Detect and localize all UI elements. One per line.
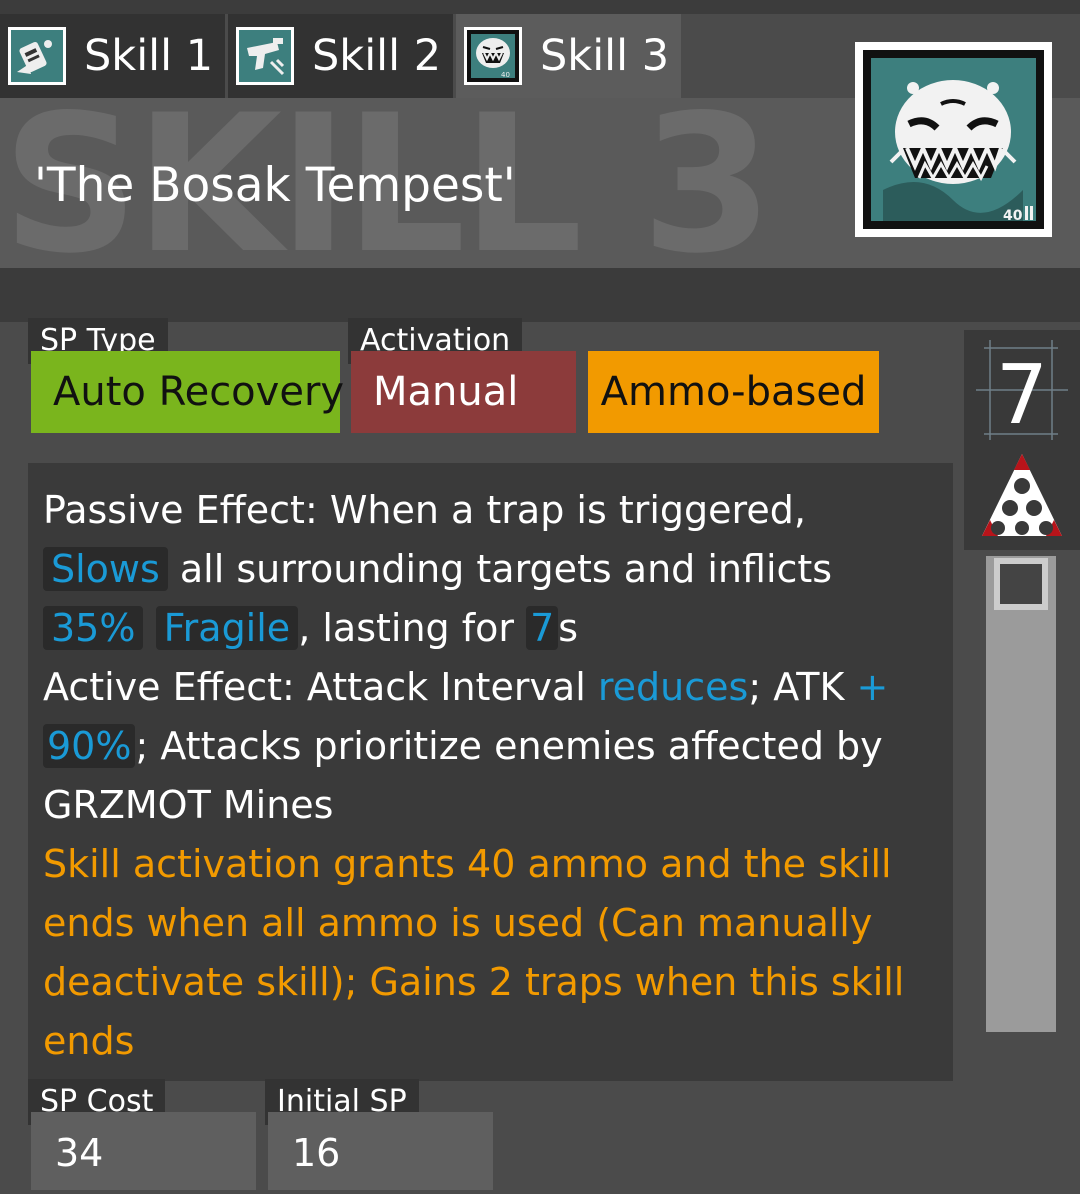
skill1-icon [8, 27, 66, 85]
tab-label: Skill 2 [312, 31, 442, 81]
keyword-reduces: reduces [597, 665, 749, 709]
tab-skill-1[interactable]: Skill 1 [0, 14, 225, 98]
ammo-based-badge: Ammo-based [588, 351, 879, 433]
initial-sp-value: 16 [268, 1112, 493, 1190]
ammo-note: Skill activation grants 40 ammo and the … [43, 842, 905, 1063]
skill-title: 'The Bosak Tempest' [34, 158, 516, 213]
svg-text:40: 40 [1003, 208, 1023, 224]
activation-value: Manual [351, 351, 576, 433]
keyword-fragile[interactable]: Fragile [155, 606, 299, 650]
sp-cost-value: 34 [31, 1112, 256, 1190]
level-scroll-thumb[interactable] [994, 558, 1048, 610]
keyword-slows[interactable]: Slows [43, 547, 168, 591]
grinning-bomb-icon: 40 [871, 58, 1036, 224]
skill3-icon: 40 [464, 27, 522, 85]
keyword-duration: 7 [526, 606, 559, 650]
skill2-icon [236, 27, 294, 85]
sp-type-value: Auto Recovery [31, 351, 344, 433]
level-scrollbar[interactable] [986, 556, 1056, 1032]
skill-description: Passive Effect: When a trap is triggered… [28, 463, 953, 1081]
tab-label: Skill 3 [540, 31, 670, 81]
tab-skill-2[interactable]: Skill 2 [228, 14, 453, 98]
skill-tabs: Skill 1 Skill 2 40 Skill 3 [0, 14, 684, 98]
keyword-fragile-value: 35% [43, 606, 144, 650]
skill-level-value: 7 [996, 348, 1048, 443]
top-strip [0, 0, 1080, 14]
svg-text:40: 40 [501, 71, 510, 79]
mastery-triangle-icon [982, 454, 1062, 536]
tab-label: Skill 1 [84, 31, 214, 81]
tab-skill-3[interactable]: 40 Skill 3 [456, 14, 681, 98]
skill-icon-large: 40 [855, 42, 1052, 237]
header-divider [0, 268, 1080, 322]
skill-level-panel: 7 [964, 330, 1080, 550]
keyword-atk-value: 90% [43, 724, 136, 768]
